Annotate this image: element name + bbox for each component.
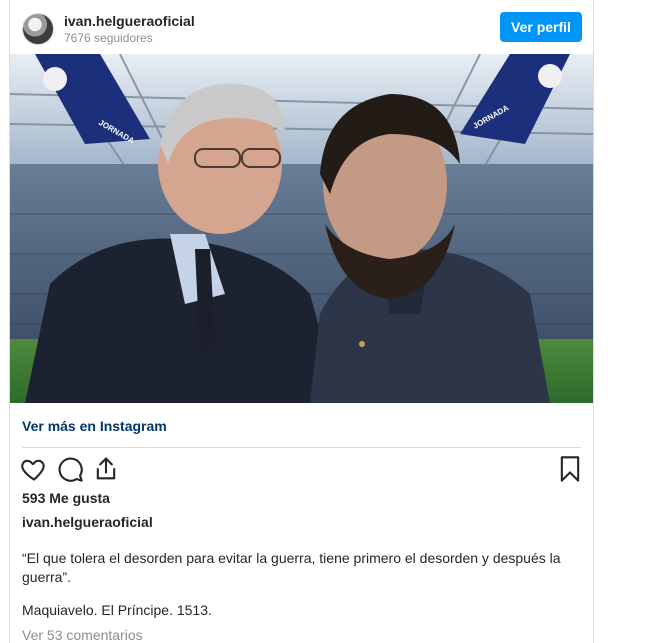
- instagram-embed-card: ivan.helgueraoficial 7676 seguidores Ver…: [9, 0, 594, 643]
- caption-username[interactable]: ivan.helgueraoficial: [22, 514, 153, 530]
- bookmark-icon[interactable]: [556, 455, 584, 483]
- action-bar: [10, 455, 593, 483]
- heart-icon[interactable]: [20, 455, 48, 483]
- follower-count: 7676 seguidores: [64, 31, 153, 45]
- divider: [22, 447, 581, 448]
- caption-source: Maquiavelo. El Príncipe. 1513.: [22, 602, 212, 618]
- like-count[interactable]: 593 Me gusta: [22, 490, 110, 506]
- avatar[interactable]: [22, 13, 54, 45]
- view-profile-button[interactable]: Ver perfil: [500, 12, 582, 42]
- post-image-graphic: JORNADA JORNADA: [10, 54, 593, 403]
- post-image[interactable]: JORNADA JORNADA: [10, 54, 593, 403]
- view-comments-link[interactable]: Ver 53 comentarios: [22, 627, 143, 643]
- share-icon[interactable]: [92, 455, 120, 483]
- caption-quote: “El que tolera el desorden para evitar l…: [22, 550, 561, 585]
- comment-icon[interactable]: [56, 455, 84, 483]
- post-header: ivan.helgueraoficial 7676 seguidores Ver…: [10, 8, 593, 48]
- username[interactable]: ivan.helgueraoficial: [64, 13, 195, 29]
- view-more-on-instagram-link[interactable]: Ver más en Instagram: [22, 418, 167, 434]
